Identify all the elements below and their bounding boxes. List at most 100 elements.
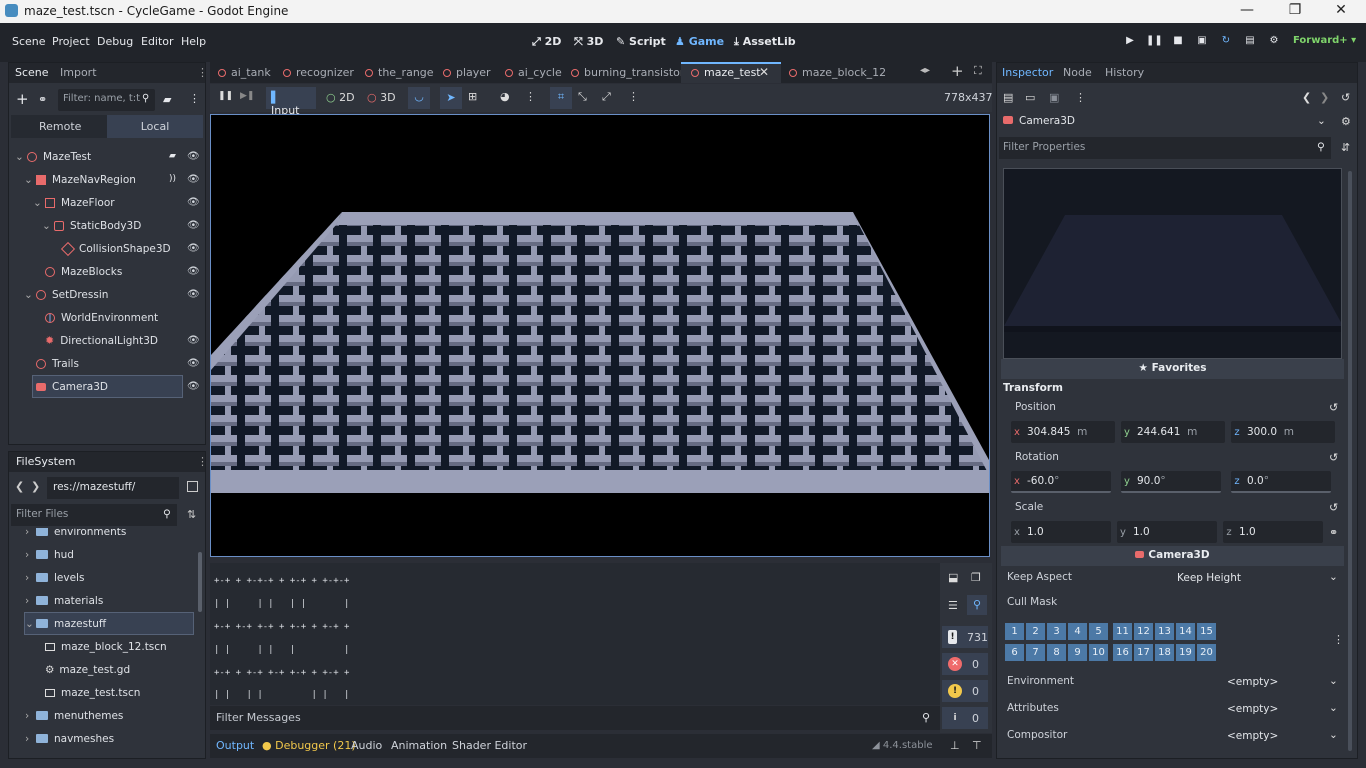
cull-layer-15[interactable]: 15 [1197,623,1216,640]
scene-filter-input[interactable]: Filter: name, t:t ⚲ [58,89,155,111]
tree-item-worldenvironment[interactable]: WorldEnvironment [45,307,158,328]
attributes-resource-picker[interactable]: <empty> ⌄ [1223,698,1343,720]
close-tab-icon[interactable]: ✕ [759,65,769,79]
workspace-3d-button[interactable]: ⤧ 3D [574,35,603,49]
signal-icon[interactable]: )) [169,174,176,184]
rotation-x-field[interactable]: x -60.0 ° [1011,471,1111,493]
tab-debugger[interactable]: ● Debugger (21) [262,739,356,752]
visibility-eye-icon[interactable]: 👁 [187,358,200,369]
keep-aspect-dropdown[interactable]: Keep Height ⌄ [1173,567,1343,589]
open-resource-icon[interactable]: ▭ [1025,91,1035,104]
tab-audio[interactable]: Audio [351,739,382,752]
collapse-arrow-icon[interactable]: ⌄ [15,151,27,163]
select-tool-button[interactable]: ➤ [440,87,462,109]
log-count-toggle[interactable]: ! 731 [942,626,988,648]
scene-menu-icon[interactable]: ⋮ [189,92,200,105]
tab-filesystem[interactable]: FileSystem [16,455,75,468]
remote-debug-icon[interactable]: ▣ [1194,35,1210,49]
add-tab-icon[interactable]: + [951,62,964,80]
menu-help[interactable]: Help [181,35,206,48]
add-node-icon[interactable]: + [16,90,29,108]
tree-item-mazefloor[interactable]: ⌄ MazeFloor [33,192,115,213]
expand-panel-icon[interactable]: ⊤ [972,739,982,752]
cull-layer-7[interactable]: 7 [1026,644,1045,661]
scene-tab-burning-transistor[interactable]: burning_transistor [571,66,684,79]
cull-layer-17[interactable]: 17 [1134,644,1153,661]
transform-section[interactable]: Transform [1003,382,1063,394]
favorites-section[interactable]: ★ Favorites [1001,359,1344,379]
3d-mode-button[interactable]: ○ 3D [367,91,396,104]
scale-y-field[interactable]: y 1.0 [1117,521,1217,543]
position-y-field[interactable]: y 244.641 m [1121,421,1225,443]
game-viewport[interactable] [210,114,990,557]
property-filter-input[interactable]: Filter Properties ⚲ [999,137,1331,159]
warning-count-toggle[interactable]: ! 0 [942,680,988,702]
folder-mazestuff[interactable]: ⌄ mazestuff [24,612,194,635]
visibility-eye-icon[interactable]: 👁 [187,174,200,185]
collapse-output-icon[interactable]: ☰ [948,599,958,612]
list-select-icon[interactable]: ⊞ [468,90,477,103]
forward-icon[interactable]: ❯ [31,480,40,493]
expand-arrow-icon[interactable]: › [25,710,36,722]
expand-arrow-icon[interactable]: › [25,549,36,561]
output-log[interactable]: +-+ + +-+-+ + +-+ + +-+-+ | | | | | | | … [210,563,940,705]
visibility-eye-icon[interactable]: 👁 [187,266,200,277]
camera3d-section[interactable]: Camera3D [1001,546,1344,566]
expand-arrow-icon[interactable]: › [25,595,36,607]
error-count-toggle[interactable]: ✕ 0 [942,653,988,675]
close-button[interactable]: ✕ [1326,2,1356,18]
save-resource-icon[interactable]: ▣ [1049,91,1059,104]
workspace-script-button[interactable]: ✎ Script [616,35,666,48]
info-count-toggle[interactable]: i 0 [942,707,988,729]
inspector-scrollbar[interactable] [1348,171,1352,751]
cull-layer-16[interactable]: 16 [1113,644,1132,661]
folder-navmeshes[interactable]: › navmeshes [25,728,114,749]
scene-tab-the-range[interactable]: the_range [365,66,434,79]
menu-editor[interactable]: Editor [141,35,174,48]
cull-layer-18[interactable]: 18 [1155,644,1174,661]
dock-menu-icon[interactable]: ⋮ [197,455,208,468]
expand-icon[interactable]: ⤢ [602,90,611,104]
workspace-assetlib-button[interactable]: ⤓ AssetLib [734,35,796,49]
visibility-eye-icon[interactable]: 👁 [187,289,200,300]
cull-layer-3[interactable]: 3 [1047,623,1066,640]
file-maze-test-gd[interactable]: ⚙ maze_test.gd [45,659,130,680]
collapse-arrow-icon[interactable]: ⌄ [33,197,45,209]
revert-position-icon[interactable]: ↺ [1329,401,1338,414]
embed-toggle[interactable]: ◡ [408,87,430,109]
menu-project[interactable]: Project [52,35,90,48]
rotation-y-field[interactable]: y 90.0 ° [1121,471,1221,493]
tab-inspector[interactable]: Inspector [1002,66,1053,79]
folder-levels[interactable]: › levels [25,567,84,588]
window-options-icon[interactable]: ⋮ [628,90,639,103]
menu-debug[interactable]: Debug [97,35,133,48]
collapse-arrow-icon[interactable]: ⌄ [42,220,54,232]
expand-arrow-icon[interactable]: › [25,733,36,745]
file-filter-input[interactable]: Filter Files ⚲ [11,504,177,526]
minimize-button[interactable]: — [1232,2,1262,18]
history-back-icon[interactable]: ❮ [1302,91,1311,104]
tree-item-setdressin[interactable]: ⌄ SetDressin [24,284,108,305]
path-field[interactable]: res://mazestuff/ [47,477,179,499]
environment-resource-picker[interactable]: <empty> ⌄ [1223,671,1343,693]
visibility-eye-icon[interactable]: 👁 [187,220,200,231]
visibility-eye-icon[interactable]: 👁 [187,197,200,208]
visibility-eye-icon[interactable]: 👁 [187,381,200,392]
resource-menu-icon[interactable]: ⋮ [1075,91,1086,104]
cull-layer-13[interactable]: 13 [1155,623,1174,640]
rotation-z-field[interactable]: z 0.0 ° [1231,471,1331,493]
folder-materials[interactable]: › materials [25,590,103,611]
cull-layer-6[interactable]: 6 [1005,644,1024,661]
link-scale-icon[interactable]: ⚭ [1329,526,1338,539]
cull-layer-12[interactable]: 12 [1134,623,1153,640]
keep-aspect-button[interactable]: ⌗ [550,87,572,109]
position-z-field[interactable]: z 300.0 m [1231,421,1335,443]
search-toggle-button[interactable]: ⚲ [967,595,987,615]
cull-layer-11[interactable]: 11 [1113,623,1132,640]
2d-mode-button[interactable]: ○ 2D [326,91,355,104]
split-view-icon[interactable] [187,481,198,492]
file-maze-test-tscn[interactable]: maze_test.tscn [45,682,140,703]
tab-output[interactable]: Output [216,739,254,752]
workspace-game-button[interactable]: ♟ Game [675,35,724,48]
pin-icon[interactable]: ⊥ [950,739,960,752]
